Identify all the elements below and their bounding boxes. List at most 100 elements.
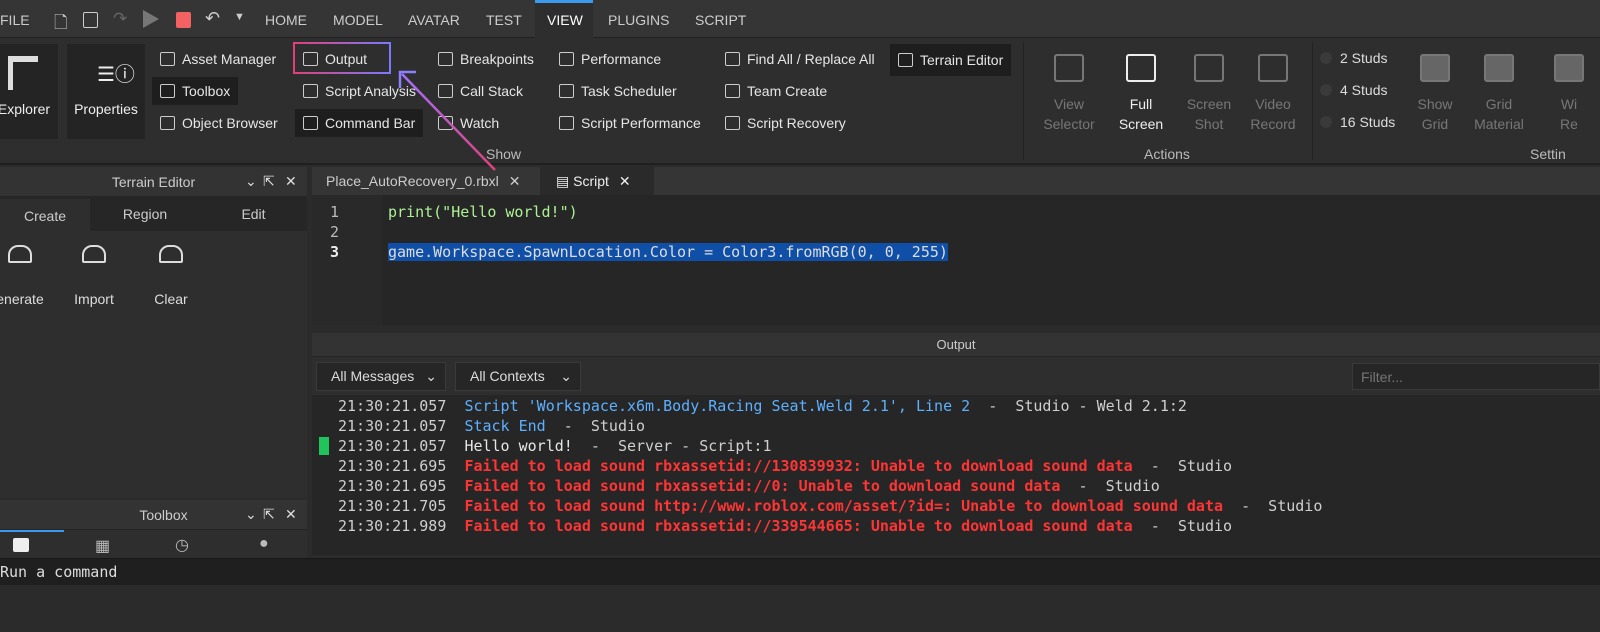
terrain-panel-title: Terrain Editor: [111, 174, 196, 190]
recent-tab-clock-icon[interactable]: ◷: [175, 535, 189, 555]
log-timestamp: 21:30:21.057: [338, 417, 447, 435]
collapse-icon[interactable]: ⌄: [245, 173, 257, 190]
output-filter-input[interactable]: [1352, 363, 1600, 390]
wi-re-button[interactable]: Wi Re: [1536, 44, 1600, 134]
close-tab-icon[interactable]: ✕: [509, 173, 521, 189]
performance-icon: [559, 52, 574, 66]
task-scheduler-button[interactable]: Task Scheduler: [551, 77, 685, 105]
script-recovery-button[interactable]: Script Recovery: [717, 109, 854, 137]
team-create-button[interactable]: Team Create: [717, 77, 835, 105]
find-all-replace-all-button[interactable]: Find All / Replace All: [717, 45, 883, 73]
script-icon: ▤: [556, 173, 574, 189]
creations-tab-icon[interactable]: ●: [259, 535, 269, 553]
terrain-tool-import[interactable]: Import: [66, 245, 122, 307]
output-header: Output: [312, 333, 1600, 357]
explorer-button[interactable]: Explorer: [0, 44, 58, 139]
script-performance-button[interactable]: Script Performance: [551, 109, 709, 137]
messages-filter-dropdown[interactable]: All Messages ⌄: [316, 362, 446, 391]
code-line[interactable]: game.Workspace.SpawnLocation.Color = Col…: [388, 243, 948, 261]
performance-button[interactable]: Performance: [551, 45, 669, 73]
tab-script[interactable]: ▤ Script ✕: [540, 167, 654, 195]
tab-view[interactable]: VIEW: [547, 12, 583, 28]
inventory-tab-lock-icon[interactable]: [13, 538, 29, 552]
full-screen-button[interactable]: Full Screen: [1108, 44, 1174, 134]
toolbox-icon: [160, 84, 175, 98]
tab-edit[interactable]: Edit: [200, 197, 307, 231]
close-tab-icon[interactable]: ✕: [619, 173, 631, 189]
quick-access-dropdown-icon[interactable]: ▼: [234, 11, 245, 23]
command-bar[interactable]: Run a command: [0, 558, 1600, 585]
terrain-editor-button[interactable]: Terrain Editor: [890, 44, 1012, 76]
tab-plugins[interactable]: PLUGINS: [608, 12, 669, 28]
close-icon[interactable]: ✕: [285, 173, 297, 190]
tab-label: Script: [573, 173, 609, 189]
open-file-icon[interactable]: [83, 12, 98, 28]
show-grid-button[interactable]: Show Grid: [1402, 44, 1468, 134]
tab-region[interactable]: Region: [90, 197, 200, 231]
log-entry: 21:30:21.705 Failed to load sound http:/…: [338, 496, 1322, 516]
play-icon[interactable]: [143, 10, 159, 28]
label-line1: Wi: [1560, 96, 1578, 112]
code-line[interactable]: print("Hello world!"): [388, 203, 578, 221]
terrain-tool-clear[interactable]: Clear: [143, 245, 199, 307]
stop-icon[interactable]: [176, 12, 191, 28]
marketplace-tab-grid-icon[interactable]: ▦: [95, 536, 110, 556]
video-record-button[interactable]: Video Record: [1240, 44, 1306, 134]
label-line1: Show: [1417, 96, 1453, 112]
toolbox-panel: Toolbox ⌄ ⇱ ✕ ▦ ◷ ●: [0, 500, 307, 558]
label-line1: Video: [1255, 96, 1291, 112]
label-line1: Screen: [1186, 96, 1232, 112]
object-browser-button[interactable]: Object Browser: [152, 109, 286, 137]
button-label: Script Recovery: [747, 115, 846, 131]
line-number: 3: [330, 243, 340, 261]
tab-create[interactable]: Create: [0, 199, 90, 233]
view-selector-button[interactable]: View Selector: [1036, 44, 1102, 134]
tab-test[interactable]: TEST: [486, 12, 522, 28]
terrain-tool-icon: [82, 245, 106, 263]
studs-radio-2[interactable]: 2 Studs: [1320, 50, 1387, 66]
team-create-icon: [725, 84, 740, 98]
studs-radio-4[interactable]: 4 Studs: [1320, 82, 1387, 98]
explorer-icon: [8, 56, 38, 90]
tab-avatar[interactable]: AVATAR: [408, 12, 460, 28]
object-browser-icon: [160, 116, 175, 130]
studs-radio-16[interactable]: 16 Studs: [1320, 114, 1395, 130]
log-message: Failed to load sound http://www.roblox.c…: [464, 497, 1224, 515]
close-icon[interactable]: ✕: [285, 506, 297, 523]
toolbox-button[interactable]: Toolbox: [152, 77, 239, 105]
properties-button[interactable]: ☰ⓘ Properties: [67, 44, 145, 139]
log-message: Failed to load sound rbxassetid://130839…: [464, 457, 1133, 475]
properties-label: Properties: [74, 101, 138, 117]
tab-home[interactable]: HOME: [265, 12, 307, 28]
log-entry: 21:30:21.057 Script 'Workspace.x6m.Body.…: [338, 396, 1187, 416]
terrain-editor-panel: Terrain Editor ⌄ ⇱ ✕ Create Region Edit en…: [0, 167, 307, 497]
grid-material-button[interactable]: Grid Material: [1466, 44, 1532, 134]
tab-model[interactable]: MODEL: [333, 12, 383, 28]
log-source: - Studio: [1132, 457, 1233, 475]
server-indicator: [319, 437, 329, 455]
terrain-tool-icon: [159, 245, 183, 263]
tab-script[interactable]: SCRIPT: [695, 12, 746, 28]
radio-label: 2 Studs: [1340, 50, 1388, 66]
screen-shot-icon: [1194, 54, 1224, 82]
button-label: Task Scheduler: [581, 83, 677, 99]
log-source: - Studio: [1060, 477, 1160, 495]
tab-label: Place_AutoRecovery_0.rbxl: [326, 173, 499, 189]
undo-icon[interactable]: ↶: [205, 8, 220, 29]
terrain-tool-enerate[interactable]: enerate: [0, 245, 48, 307]
collapse-icon[interactable]: ⌄: [245, 506, 257, 523]
new-file-icon[interactable]: 🗋: [54, 10, 68, 39]
terrain-tool-icon: [8, 245, 32, 263]
find-all-replace-all-icon: [725, 52, 740, 66]
log-timestamp: 21:30:21.695: [338, 477, 447, 495]
asset-manager-button[interactable]: Asset Manager: [152, 45, 284, 73]
asset-manager-icon: [160, 52, 175, 66]
script-editor[interactable]: 1 print("Hello world!") 2 3 game.Workspace.S…: [312, 195, 1600, 325]
undock-icon[interactable]: ⇱: [263, 173, 275, 190]
contexts-filter-dropdown[interactable]: All Contexts ⌄: [455, 362, 581, 391]
screen-shot-button[interactable]: Screen Shot: [1176, 44, 1242, 134]
undock-icon[interactable]: ⇱: [263, 506, 275, 523]
label-line2: Selector: [1043, 116, 1095, 132]
file-menu[interactable]: FILE: [0, 12, 30, 28]
redo-icon[interactable]: ↷: [113, 9, 127, 29]
